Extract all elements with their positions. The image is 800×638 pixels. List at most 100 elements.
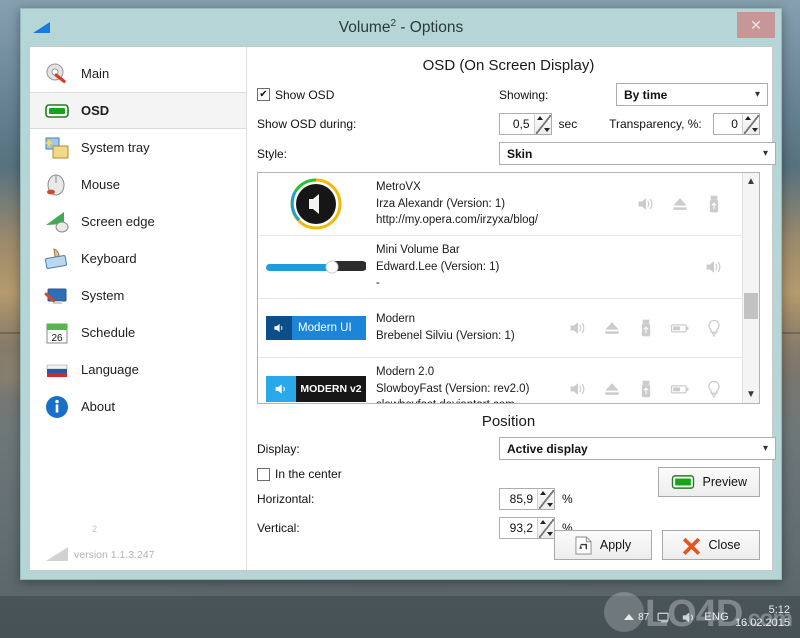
skin-list-item[interactable]: Modern UI Modern Brebenel Silviu (Versio…: [258, 299, 742, 359]
info-icon: [44, 394, 70, 420]
skin-name: MetroVX: [376, 181, 421, 193]
duration-input[interactable]: [500, 114, 534, 134]
clock-date: 16.02.2015: [734, 617, 790, 629]
sidebar-item-keyboard[interactable]: Keyboard: [30, 240, 246, 277]
metrovx-thumb: [266, 178, 366, 230]
sidebar-item-label: System tray: [81, 140, 150, 155]
chevron-down-icon[interactable]: [751, 128, 758, 132]
showing-select-wrap: By time ▾: [616, 83, 768, 106]
speaker-icon: [570, 383, 585, 395]
chevron-up-icon[interactable]: [540, 491, 546, 495]
chevron-up-icon[interactable]: [540, 520, 546, 524]
system-tray[interactable]: 87 ENG: [638, 609, 729, 626]
skin-thumb-text: Modern UI: [292, 316, 366, 341]
chevron-up-icon[interactable]: [744, 116, 751, 120]
transparency-input[interactable]: [714, 114, 742, 134]
preview-button[interactable]: Preview: [657, 467, 760, 497]
chevron-up-icon[interactable]: [536, 116, 543, 120]
watermark-circle: [604, 592, 644, 632]
skin-list-item[interactable]: Mini Volume Bar Edward.Lee (Version: 1) …: [258, 236, 742, 300]
skin-author: Edward.Lee (Version: 1): [376, 260, 500, 273]
modern-ui-thumb: Modern UI: [266, 305, 366, 351]
skin-url: -: [376, 277, 380, 290]
vertical-spinner-arrows[interactable]: [537, 518, 554, 538]
sidebar-item-language[interactable]: Language: [30, 351, 246, 388]
sidebar-item-system-tray[interactable]: System tray: [30, 129, 246, 166]
flag-icon: [44, 357, 70, 383]
sidebar-item-main[interactable]: Main: [30, 55, 246, 92]
usb-icon: [709, 195, 719, 213]
skin-list[interactable]: MetroVX Irza Alexandr (Version: 1) http:…: [257, 172, 760, 404]
transparency-stepper[interactable]: [713, 113, 760, 135]
skin-name: Modern: [376, 313, 415, 326]
duration-stepper[interactable]: [499, 113, 552, 135]
display-select[interactable]: Active display: [499, 437, 776, 460]
keyboard-icon: [44, 246, 70, 272]
network-icon[interactable]: [656, 609, 673, 626]
title-bar[interactable]: Volume2 - Options ✕: [21, 9, 781, 46]
scrollbar-thumb[interactable]: [744, 293, 758, 319]
vertical-input[interactable]: [500, 518, 537, 538]
apply-icon: [575, 536, 592, 554]
skin-list-item[interactable]: MODERN v2 Modern 2.0 SlowboyFast (Versio…: [258, 358, 742, 403]
duration-row: Show OSD during: sec Transparency, %:: [257, 113, 760, 135]
sidebar-item-label: Language: [81, 362, 139, 377]
style-select[interactable]: Skin: [499, 142, 776, 165]
clock[interactable]: 5:12 16.02.2015: [735, 604, 790, 629]
sidebar-item-mouse[interactable]: Mouse: [30, 166, 246, 203]
sidebar-item-about[interactable]: About: [30, 388, 246, 425]
skin-list-scrollbar[interactable]: ▲ ▼: [742, 173, 759, 403]
chevron-down-icon[interactable]: [547, 503, 553, 507]
skin-thumb-text: MODERN v2: [296, 376, 366, 403]
vertical-label: Vertical:: [257, 521, 300, 535]
language-indicator[interactable]: ENG: [704, 611, 729, 623]
display-row: Display: Active display ▾: [257, 437, 776, 460]
in-the-center-label: In the center: [275, 467, 342, 481]
skin-list-item[interactable]: MetroVX Irza Alexandr (Version: 1) http:…: [258, 173, 742, 237]
duration-label: Show OSD during:: [257, 117, 357, 131]
volume-icon[interactable]: [680, 609, 697, 626]
preview-label: Preview: [702, 475, 747, 489]
horizontal-spinner-arrows[interactable]: [537, 489, 554, 509]
sidebar-item-schedule[interactable]: 26 Schedule: [30, 314, 246, 351]
speaker-icon: [275, 384, 285, 394]
in-the-center-checkbox[interactable]: [257, 467, 270, 481]
horizontal-input[interactable]: [500, 489, 537, 509]
sidebar-item-label: Mouse: [81, 177, 121, 192]
close-window-button[interactable]: ✕: [737, 12, 775, 38]
showing-select[interactable]: By time: [616, 83, 768, 106]
chevron-down-icon[interactable]: [547, 532, 553, 536]
taskbar[interactable]: 87 ENG 5:12 16.02.2015: [0, 596, 800, 638]
style-row: Style: Skin ▾: [257, 142, 776, 165]
apply-button[interactable]: Apply: [554, 530, 652, 560]
usb-icon: [641, 380, 651, 398]
chevron-down-icon[interactable]: [543, 128, 550, 132]
sidebar-item-label: Main: [81, 66, 110, 81]
skin-meta: Modern Brebenel Silviu (Version: 1): [376, 311, 558, 344]
horizontal-stepper[interactable]: [499, 488, 555, 510]
sidebar-item-screen-edge[interactable]: Screen edge: [30, 203, 246, 240]
close-label: Close: [708, 538, 741, 552]
duration-spinner-arrows[interactable]: [533, 114, 551, 134]
osd-bar-icon: [44, 98, 70, 124]
usb-icon: [641, 319, 651, 337]
battery-icon: [670, 324, 689, 333]
speaker-icon: [706, 261, 721, 273]
vertical-stepper[interactable]: [499, 517, 555, 539]
scroll-up-icon[interactable]: ▲: [743, 173, 759, 190]
horizontal-unit: %: [562, 492, 573, 506]
transparency-spinner-arrows[interactable]: [741, 114, 759, 134]
window-client-area: Main OSD System tray Mouse Screen edge K…: [29, 46, 776, 571]
version-text: version 1.1.3.247: [74, 549, 155, 561]
version-superscript: 2: [92, 524, 98, 534]
scroll-down-icon[interactable]: ▼: [743, 386, 759, 403]
showing-label: Showing:: [499, 87, 549, 102]
display-select-wrap: Active display ▾: [499, 437, 776, 460]
mouse-icon: [44, 172, 70, 198]
close-button[interactable]: Close: [662, 530, 760, 560]
sidebar-item-system[interactable]: System: [30, 277, 246, 314]
skin-list-viewport: MetroVX Irza Alexandr (Version: 1) http:…: [258, 173, 742, 403]
skin-url: slowboyfast.deviantart.com: [376, 397, 558, 403]
show-osd-checkbox[interactable]: [257, 88, 270, 101]
sidebar-item-osd[interactable]: OSD: [30, 92, 246, 129]
